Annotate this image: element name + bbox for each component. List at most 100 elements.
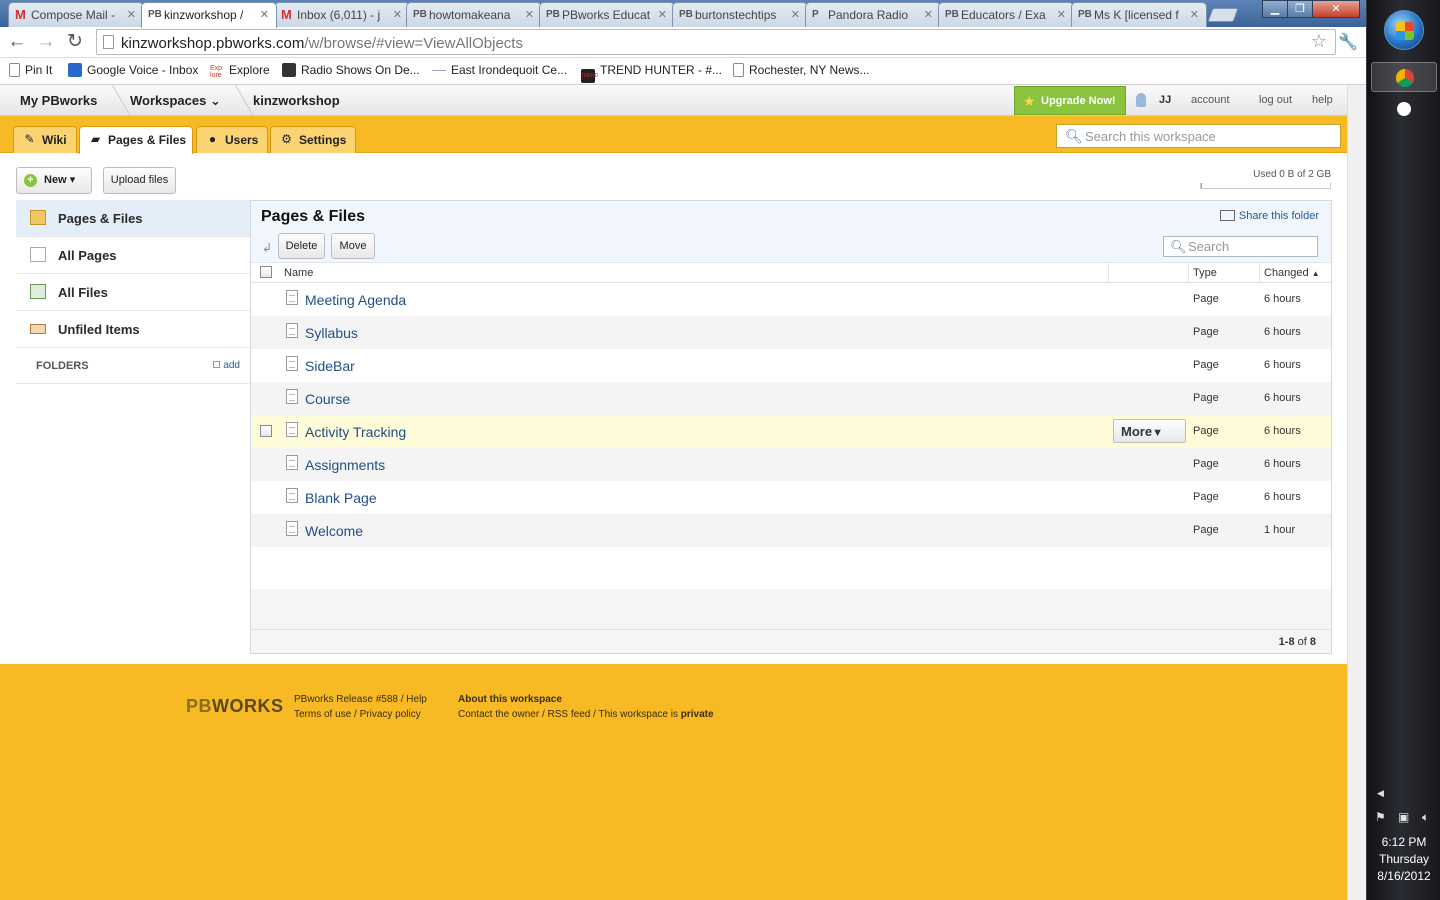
table-row[interactable]: Blank Page Page 6 hours: [251, 481, 1331, 514]
wrench-icon[interactable]: 🔧: [1338, 32, 1358, 52]
browser-tab-pbworks-educat[interactable]: PB PBworks Educat ✕: [539, 2, 675, 27]
browser-tab-kinzworkshop[interactable]: PB kinzworkshop / ✕: [141, 2, 277, 28]
clock[interactable]: 6:12 PM Thursday 8/16/2012: [1367, 834, 1440, 885]
bookmark-east-irondequoit[interactable]: East Irondequoit Ce...: [432, 63, 567, 77]
close-icon[interactable]: ✕: [393, 8, 402, 21]
close-icon[interactable]: ✕: [1057, 8, 1066, 21]
table-row[interactable]: Course Page 6 hours: [251, 382, 1331, 415]
browser-tab-pandora[interactable]: P Pandora Radio ✕: [805, 2, 941, 27]
upgrade-now-button[interactable]: ★ Upgrade Now!: [1014, 86, 1126, 115]
reload-icon[interactable]: ↻: [63, 31, 87, 55]
start-button[interactable]: [1384, 10, 1424, 50]
table-row[interactable]: Syllabus Page 6 hours: [251, 316, 1331, 349]
bookmark-google-voice[interactable]: Google Voice - Inbox: [68, 63, 198, 77]
back-arrow-icon[interactable]: ←: [5, 31, 29, 55]
user-name[interactable]: JJ: [1159, 94, 1171, 106]
page-icon: [286, 422, 298, 437]
sidebar-item-all-pages[interactable]: All Pages: [16, 237, 250, 274]
minimize-button[interactable]: ▁: [1262, 0, 1288, 18]
folder-search-input[interactable]: 🔍︎ Search: [1163, 236, 1318, 257]
delete-button[interactable]: Delete: [278, 233, 325, 259]
browser-tab-howtomakeana[interactable]: PB howtomakeana ✕: [406, 2, 542, 27]
browser-tab-burtonstechtips[interactable]: PB burtonstechtips ✕: [672, 2, 808, 27]
account-link[interactable]: account: [1191, 94, 1230, 106]
page-scrollbar[interactable]: [1347, 85, 1366, 900]
taskbar-item-app[interactable]: [1371, 94, 1437, 124]
contact-owner-link[interactable]: Contact the owner: [458, 709, 539, 720]
table-row[interactable]: Welcome Page 1 hour: [251, 514, 1331, 547]
page-link[interactable]: Assignments: [305, 457, 385, 473]
browser-tab-inbox[interactable]: M Inbox (6,011) - j ✕: [274, 2, 410, 27]
rss-feed-link[interactable]: RSS feed: [548, 709, 591, 720]
maximize-button[interactable]: ❐: [1287, 0, 1313, 18]
select-all-checkbox[interactable]: [260, 266, 272, 278]
workspaces-menu[interactable]: Workspaces ⌄: [130, 93, 221, 109]
address-bar[interactable]: kinzworkshop.pbworks.com/w/browse/#view=…: [96, 29, 1336, 55]
bookmark-pin-it[interactable]: Pin It: [9, 63, 52, 77]
bookmark-trend-hunter[interactable]: TREND TREND HUNTER - #...: [581, 63, 722, 83]
page-link[interactable]: Syllabus: [305, 325, 358, 341]
workspace-name-link[interactable]: kinzworkshop: [253, 93, 340, 108]
footer-help-link[interactable]: Help: [406, 694, 427, 705]
action-center-flag-icon[interactable]: ⚑: [1375, 810, 1386, 824]
privacy-link[interactable]: Privacy policy: [360, 709, 421, 720]
close-icon[interactable]: ✕: [924, 8, 933, 21]
tab-users[interactable]: ● Users: [196, 126, 268, 153]
share-folder-link[interactable]: Share this folder: [1219, 210, 1319, 222]
help-link[interactable]: help: [1312, 94, 1333, 106]
sidebar-item-unfiled-items[interactable]: Unfiled Items: [16, 311, 250, 348]
browser-tab-ms-k[interactable]: PB Ms K [licensed f ✕: [1071, 2, 1207, 27]
tab-settings[interactable]: ⚙ Settings: [270, 126, 356, 153]
bookmark-explore[interactable]: Exp lore Explore: [210, 63, 270, 79]
bookmark-star-icon[interactable]: ☆: [1311, 31, 1327, 52]
page-link[interactable]: Activity Tracking: [305, 424, 406, 440]
close-icon[interactable]: ✕: [525, 8, 534, 21]
log-out-link[interactable]: log out: [1259, 94, 1292, 106]
page-link[interactable]: Course: [305, 391, 350, 407]
add-folder-link[interactable]: add: [213, 360, 240, 371]
bookmark-radio-shows[interactable]: Radio Shows On De...: [282, 63, 420, 77]
move-button[interactable]: Move: [331, 233, 375, 259]
column-type[interactable]: Type: [1193, 267, 1217, 279]
storage-usage-text: Used 0 B of 2 GB: [1253, 169, 1331, 180]
close-icon[interactable]: ✕: [791, 8, 800, 21]
page-link[interactable]: Blank Page: [305, 490, 377, 506]
network-icon[interactable]: ▣: [1398, 810, 1409, 824]
table-row[interactable]: SideBar Page 6 hours: [251, 349, 1331, 382]
more-button[interactable]: More▼: [1113, 419, 1186, 443]
close-icon[interactable]: ✕: [1190, 8, 1199, 21]
table-row[interactable]: Assignments Page 6 hours: [251, 448, 1331, 481]
tab-wiki[interactable]: ✎ Wiki: [13, 126, 77, 153]
page-link[interactable]: Meeting Agenda: [305, 292, 406, 308]
window-close-button[interactable]: ✕: [1312, 0, 1360, 18]
show-hidden-icons-icon[interactable]: ◀: [1377, 788, 1384, 799]
bookmark-rochester-news[interactable]: Rochester, NY News...: [733, 63, 870, 77]
new-button[interactable]: + New ▾: [16, 167, 92, 194]
tab-pages-files[interactable]: ▰ Pages & Files: [79, 126, 193, 154]
close-icon[interactable]: ✕: [658, 8, 667, 21]
volume-icon[interactable]: 🔈︎: [1422, 810, 1429, 825]
workspace-search-input[interactable]: 🔍︎ Search this workspace: [1056, 124, 1341, 148]
sidebar-item-pages-files[interactable]: Pages & Files: [16, 200, 250, 237]
sidebar-item-all-files[interactable]: All Files: [16, 274, 250, 311]
column-name[interactable]: Name: [284, 267, 313, 279]
release-link[interactable]: PBworks Release #588: [294, 694, 398, 705]
storage-usage-bar: [1200, 183, 1331, 189]
column-changed[interactable]: Changed ▲: [1264, 267, 1320, 279]
table-row[interactable]: Meeting Agenda Page 6 hours: [251, 283, 1331, 316]
page-link[interactable]: SideBar: [305, 358, 355, 374]
close-icon[interactable]: ✕: [260, 8, 269, 21]
upload-files-button[interactable]: Upload files: [103, 167, 176, 194]
browser-tab-educators[interactable]: PB Educators / Exa ✕: [938, 2, 1074, 27]
taskbar-item-chrome[interactable]: [1371, 62, 1437, 92]
forward-arrow-icon[interactable]: →: [34, 31, 58, 55]
table-row[interactable]: Activity Tracking More▼ Page 6 hours: [251, 415, 1331, 448]
browser-tab-compose-mail[interactable]: M Compose Mail - ✕: [8, 2, 144, 27]
new-tab-button[interactable]: [1207, 8, 1239, 22]
page-link[interactable]: Welcome: [305, 523, 363, 539]
row-checkbox[interactable]: [260, 425, 272, 437]
my-pbworks-link[interactable]: My PBworks: [20, 93, 97, 108]
close-icon[interactable]: ✕: [127, 8, 136, 21]
terms-link[interactable]: Terms of use: [294, 709, 351, 720]
folder-icon: ▰: [90, 132, 101, 146]
